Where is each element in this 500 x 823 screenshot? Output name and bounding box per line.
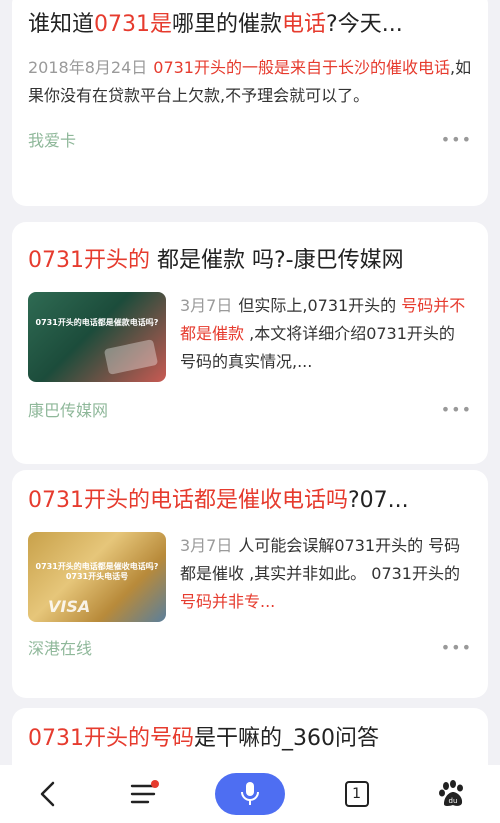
microphone-icon: [240, 782, 259, 805]
thumbnail-brand: VISA: [48, 597, 91, 616]
title-text: 都是催款 吗?-康巴传媒网: [150, 248, 404, 273]
title-text: ?今天...: [326, 12, 403, 37]
result-title[interactable]: 谁知道0731是哪里的催款电话?今天...: [28, 10, 472, 40]
result-source[interactable]: 我爱卡: [28, 127, 76, 151]
title-highlight: 0731开头的电话都是催收电话吗: [28, 488, 348, 513]
chevron-left-icon: [40, 781, 55, 807]
title-highlight: 0731是: [94, 12, 173, 37]
result-card[interactable]: 0731开头的 都是催款 吗?-康巴传媒网 0731开头的电话都是催款电话吗? …: [12, 222, 488, 464]
thumbnail-caption: 0731开头的电话都是催收电话吗? 0731开头电话号: [35, 562, 159, 581]
title-highlight: 0731开头的: [28, 248, 150, 273]
tab-count-icon: 1: [344, 781, 369, 807]
credit-card-graphic: [103, 339, 159, 375]
thumbnail-caption: 0731开头的电话都是催款电话吗?: [35, 318, 159, 327]
result-footer: 我爱卡 •••: [28, 124, 472, 154]
results-feed: 谁知道0731是哪里的催款电话?今天... 2018年8月24日 0731开头的一…: [0, 0, 500, 823]
result-snippet: 3月7日 但实际上,0731开头的 号码并不都是催款 ,本文将详细介绍0731开头…: [180, 292, 472, 382]
result-thumbnail[interactable]: 0731开头的电话都是催款电话吗?: [28, 292, 166, 382]
snippet-highlight: 号码并非专...: [180, 592, 276, 611]
title-text: 哪里的催款: [172, 12, 283, 37]
result-title[interactable]: 0731开头的 都是催款 吗?-康巴传媒网: [28, 246, 472, 276]
home-button[interactable]: du: [428, 770, 476, 818]
notification-dot: [151, 780, 160, 788]
menu-button[interactable]: [119, 770, 167, 818]
title-text: 是干嘛的_360问答: [194, 726, 379, 751]
result-snippet: 3月7日 人可能会误解0731开头的 号码都是催收 ,其实并非如此。 0731开头…: [180, 532, 472, 622]
voice-search-button[interactable]: [214, 773, 285, 815]
result-footer: 康巴传媒网 •••: [28, 394, 472, 424]
more-options-icon[interactable]: •••: [441, 400, 472, 419]
svg-text:du: du: [449, 797, 458, 805]
back-button[interactable]: [24, 770, 72, 818]
snippet-highlight: 0731开头的一般是来自于长沙的催收电话: [153, 58, 450, 77]
snippet-text: 但实际上,0731开头的: [238, 296, 402, 315]
tabs-button[interactable]: 1: [333, 770, 381, 818]
more-options-icon[interactable]: •••: [441, 638, 472, 657]
baidu-paw-icon: du: [439, 780, 464, 806]
result-footer: 深港在线 •••: [28, 632, 472, 662]
more-options-icon[interactable]: •••: [441, 130, 472, 149]
title-text: ?07...: [348, 488, 409, 513]
title-text: 谁知道: [28, 12, 95, 37]
bottom-navigation: 1 du: [0, 765, 500, 823]
result-thumbnail[interactable]: 0731开头的电话都是催收电话吗? 0731开头电话号 VISA: [28, 532, 166, 622]
result-title[interactable]: 0731开头的电话都是催收电话吗?07...: [28, 486, 472, 516]
result-source[interactable]: 深港在线: [28, 635, 92, 659]
title-highlight: 电话: [282, 12, 327, 37]
result-source[interactable]: 康巴传媒网: [28, 397, 108, 421]
result-snippet: 2018年8月24日 0731开头的一般是来自于长沙的催收电话,如果你没有在贷款平…: [28, 54, 472, 110]
result-date: 3月7日: [180, 296, 233, 315]
result-date: 2018年8月24日: [28, 58, 148, 77]
result-card[interactable]: 谁知道0731是哪里的催款电话?今天... 2018年8月24日 0731开头的一…: [12, 0, 488, 206]
result-date: 3月7日: [180, 536, 233, 555]
title-highlight: 0731开头的号码: [28, 726, 194, 751]
result-title[interactable]: 0731开头的号码是干嘛的_360问答: [28, 724, 472, 754]
result-card[interactable]: 0731开头的电话都是催收电话吗?07... 0731开头的电话都是催收电话吗?…: [12, 470, 488, 698]
